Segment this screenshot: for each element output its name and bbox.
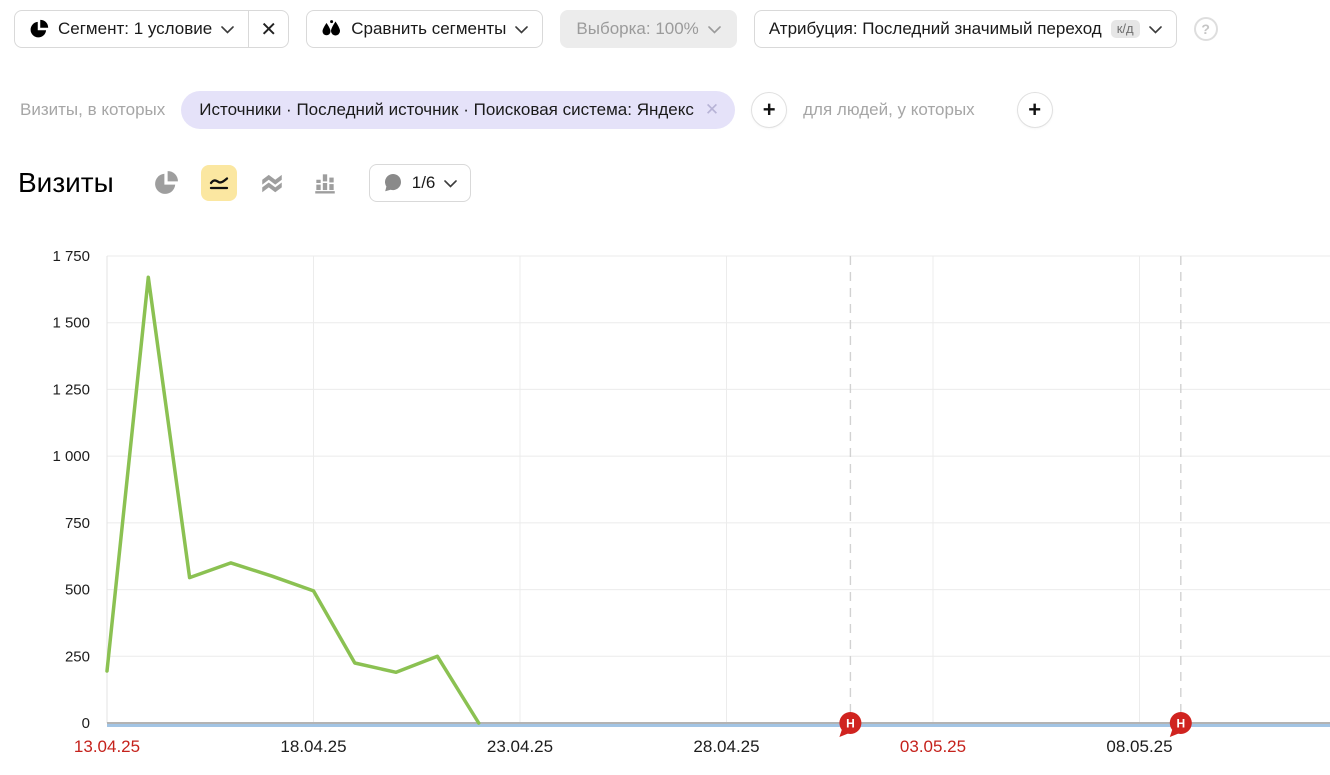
chart-type-pie-button[interactable] <box>148 165 184 201</box>
holiday-marker-glyph: Н <box>1176 717 1185 731</box>
filter-chip-text: Источники · Последний источник · Поисков… <box>199 100 694 120</box>
pie-chart-icon <box>29 19 49 39</box>
visits-chart[interactable]: 0 250 500 750 1 000 1 250 1 500 1 750 13.04.25 18… <box>0 240 1330 770</box>
sampling-dropdown[interactable]: Выборка: 100% <box>560 10 736 48</box>
y-axis-tick-label: 1 750 <box>52 248 90 265</box>
chevron-down-icon <box>221 26 234 34</box>
visits-line-chart-svg[interactable]: 0 250 500 750 1 000 1 250 1 500 1 750 13.04.25 18… <box>0 240 1330 770</box>
compare-segments-button[interactable]: Сравнить сегменты <box>306 10 543 48</box>
line-chart-icon <box>207 171 231 195</box>
x-axis-tick-label: 23.04.25 <box>487 737 553 756</box>
filter-row: Визиты, в которых Источники · Последний … <box>20 91 1053 129</box>
annotations-count: 1/6 <box>412 173 436 193</box>
drops-compare-icon <box>321 19 342 39</box>
chart-type-line-button[interactable] <box>201 165 237 201</box>
column-chart-icon <box>312 170 338 196</box>
page-title: Визиты <box>18 167 114 199</box>
add-visit-condition-button[interactable]: + <box>751 92 787 128</box>
x-axis-tick-label: 08.05.25 <box>1106 737 1172 756</box>
chart-type-columns-button[interactable] <box>307 165 343 201</box>
x-axis-period-line <box>107 724 1330 727</box>
chip-close-icon[interactable]: ✕ <box>705 100 719 120</box>
chart-header: Визиты 1/6 <box>18 163 471 203</box>
chevron-down-icon <box>444 180 457 188</box>
visits-condition-label: Визиты, в которых <box>20 100 165 120</box>
chevron-down-icon <box>1149 26 1162 34</box>
y-axis-tick-label: 750 <box>65 515 90 532</box>
y-axis-tick-label: 0 <box>82 715 90 732</box>
segment-clear-button[interactable]: ✕ <box>248 11 288 47</box>
compare-segments-label: Сравнить сегменты <box>351 19 506 39</box>
y-axis-tick-label: 1 000 <box>52 448 90 465</box>
chevron-down-icon <box>515 26 528 34</box>
segment-button[interactable]: Сегмент: 1 условие <box>15 11 248 47</box>
plus-icon: + <box>1028 97 1041 123</box>
y-axis-tick-label: 1 250 <box>52 381 90 398</box>
chevron-down-icon <box>708 26 721 34</box>
x-axis-tick-label: 13.04.25 <box>74 737 140 756</box>
segment-button-group: Сегмент: 1 условие ✕ <box>14 10 289 48</box>
pie-chart-icon <box>153 170 179 196</box>
people-condition-label: для людей, у которых <box>803 100 975 120</box>
segment-button-label: Сегмент: 1 условие <box>58 19 212 39</box>
segments-toolbar: Сегмент: 1 условие ✕ Сравнить сегменты В… <box>14 10 1218 48</box>
attribution-label: Атрибуция: Последний значимый переход <box>769 19 1102 39</box>
help-icon[interactable]: ? <box>1194 17 1218 41</box>
y-axis-tick-label: 500 <box>65 582 90 599</box>
x-axis-tick-label: 18.04.25 <box>280 737 346 756</box>
y-axis-tick-label: 1 500 <box>52 315 90 332</box>
chart-type-stacked-area-button[interactable] <box>254 165 290 201</box>
add-people-condition-button[interactable]: + <box>1017 92 1053 128</box>
filter-chip-source-yandex[interactable]: Источники · Последний источник · Поисков… <box>181 91 735 129</box>
comment-bubble-icon <box>383 173 403 193</box>
x-axis-tick-label: 03.05.25 <box>900 737 966 756</box>
x-axis-tick-label: 28.04.25 <box>693 737 759 756</box>
stacked-area-icon <box>259 170 285 196</box>
plus-icon: + <box>763 97 776 123</box>
x-axis-line <box>107 722 1330 724</box>
y-axis-tick-label: 250 <box>65 648 90 665</box>
holiday-marker-glyph: Н <box>846 717 855 731</box>
annotations-dropdown[interactable]: 1/6 <box>369 164 472 202</box>
attribution-badge: к/д <box>1111 20 1140 38</box>
close-icon: ✕ <box>260 17 277 42</box>
sampling-label: Выборка: 100% <box>576 19 698 39</box>
attribution-dropdown[interactable]: Атрибуция: Последний значимый переход к/… <box>754 10 1177 48</box>
